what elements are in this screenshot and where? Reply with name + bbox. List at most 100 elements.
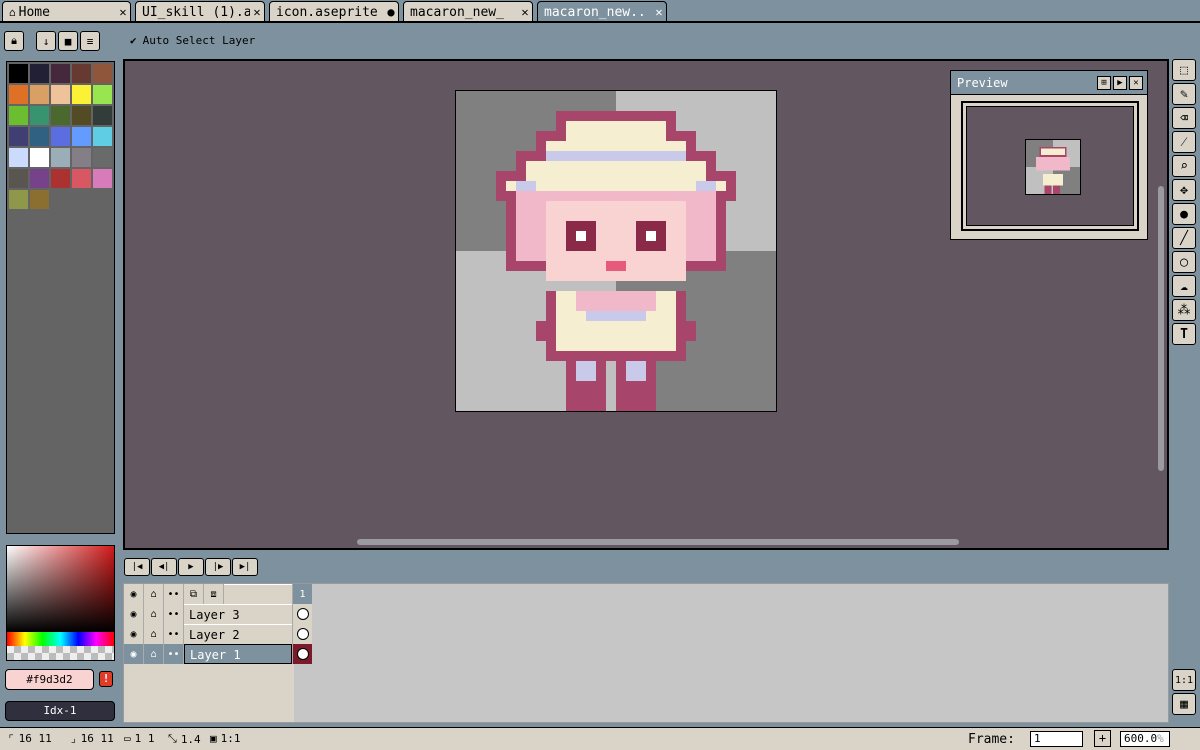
check-icon[interactable]: ✔ <box>130 34 137 47</box>
palette-swatch[interactable] <box>9 106 28 125</box>
lock-icon[interactable]: ⌂ <box>144 584 164 604</box>
tab-macaron-2[interactable]: macaron_new.. ✕ <box>537 1 667 22</box>
ellipse-icon[interactable]: ◯ <box>1172 251 1196 273</box>
move-icon[interactable]: ✥ <box>1172 179 1196 201</box>
close-icon[interactable]: ✕ <box>1129 76 1143 90</box>
continuous-icon[interactable]: •• <box>164 584 184 604</box>
continuous-icon[interactable]: •• <box>164 624 184 644</box>
close-icon[interactable]: ✕ <box>250 5 264 19</box>
palette-swatch[interactable] <box>72 169 91 188</box>
eyedropper-icon[interactable]: ⁄ <box>1172 131 1196 153</box>
alpha-slider[interactable] <box>7 646 114 660</box>
palette-swatch[interactable] <box>30 169 49 188</box>
layer-name[interactable]: Layer 2 <box>184 624 292 644</box>
tab-ui-skill[interactable]: UI_skill (1).asep ✕ <box>135 1 265 22</box>
vertical-scrollbar[interactable] <box>1158 186 1164 471</box>
palette-swatch[interactable] <box>51 64 70 83</box>
next-frame-icon[interactable]: |▶ <box>205 558 231 576</box>
spray-icon[interactable]: ⁂ <box>1172 299 1196 321</box>
menu-icon[interactable]: ≡ <box>80 31 100 51</box>
palette-swatch[interactable] <box>93 127 112 146</box>
tab-home[interactable]: ⌂ Home ✕ <box>2 1 131 22</box>
palette-swatch[interactable] <box>51 127 70 146</box>
palette-swatch[interactable] <box>51 106 70 125</box>
frame-header[interactable]: 1 <box>292 584 312 604</box>
palette-swatch[interactable] <box>30 190 49 209</box>
layer-row[interactable]: ◉ ⌂ •• Layer 2 <box>124 624 312 644</box>
palette-swatch[interactable] <box>30 64 49 83</box>
palette-swatch[interactable] <box>30 127 49 146</box>
layer-row[interactable]: ◉ ⌂ •• Layer 3 <box>124 604 312 624</box>
palette-swatch[interactable] <box>9 190 28 209</box>
film-icon[interactable]: ▦ <box>1172 693 1196 715</box>
palette-swatch[interactable] <box>72 127 91 146</box>
center-icon[interactable]: ⊞ <box>1097 76 1111 90</box>
palette-swatch[interactable] <box>30 85 49 104</box>
last-frame-icon[interactable]: ▶| <box>232 558 258 576</box>
palette-swatch[interactable] <box>30 148 49 167</box>
play-icon[interactable]: ▶ <box>1113 76 1127 90</box>
fill-icon[interactable]: ● <box>1172 203 1196 225</box>
layer-row-selected[interactable]: ◉ ⌂ •• Layer 1 <box>124 644 312 664</box>
palette-swatch[interactable] <box>72 148 91 167</box>
pencil-icon[interactable]: ✎ <box>1172 83 1196 105</box>
lock-icon[interactable]: ⌂ <box>144 624 164 644</box>
sprite-canvas[interactable] <box>455 90 777 412</box>
horizontal-scrollbar[interactable] <box>357 539 959 545</box>
palette-swatch[interactable] <box>93 169 112 188</box>
tab-icon[interactable]: icon.aseprite ● <box>269 1 399 22</box>
cel-selected[interactable] <box>292 644 312 664</box>
palette-swatch[interactable] <box>30 106 49 125</box>
zoom-input[interactable]: 600.0% <box>1120 731 1170 747</box>
cel[interactable] <box>292 624 312 644</box>
palette-swatch[interactable] <box>72 64 91 83</box>
modified-dot-icon[interactable]: ● <box>384 5 398 19</box>
layer-name[interactable]: Layer 1 <box>184 644 292 664</box>
palette-swatch[interactable] <box>93 85 112 104</box>
palette-swatch[interactable] <box>9 127 28 146</box>
palette-swatch[interactable] <box>9 169 28 188</box>
palette-swatch[interactable] <box>93 64 112 83</box>
prev-frame-icon[interactable]: ◀| <box>151 558 177 576</box>
auto-select-layer[interactable]: ✔ Auto Select Layer <box>130 34 255 47</box>
text-icon[interactable]: T <box>1172 323 1196 345</box>
palette-swatch[interactable] <box>93 148 112 167</box>
zoom-icon[interactable]: ⌕ <box>1172 155 1196 177</box>
close-icon[interactable]: ✕ <box>652 5 666 19</box>
close-icon[interactable]: ✕ <box>518 5 532 19</box>
palette-swatch[interactable] <box>9 85 28 104</box>
close-icon[interactable]: ✕ <box>116 5 130 19</box>
hue-slider[interactable] <box>7 632 114 646</box>
continuous-icon[interactable]: •• <box>164 604 184 624</box>
palette-swatch[interactable] <box>9 148 28 167</box>
eraser-icon[interactable]: ⌫ <box>1172 107 1196 129</box>
save-palette-icon[interactable]: ■ <box>58 31 78 51</box>
palette-swatch[interactable] <box>72 106 91 125</box>
blob-icon[interactable]: ☁ <box>1172 275 1196 297</box>
palette-swatch[interactable] <box>51 85 70 104</box>
link-icon[interactable]: ⧉ <box>184 584 204 604</box>
index-button[interactable]: Idx-1 <box>5 701 115 721</box>
add-frame-button[interactable]: + <box>1094 730 1111 747</box>
palette-swatch[interactable] <box>51 169 70 188</box>
warning-icon[interactable]: ! <box>99 671 113 687</box>
preview-canvas[interactable] <box>966 106 1134 226</box>
saturation-value-box[interactable] <box>7 546 114 632</box>
one-to-one-button[interactable]: 1:1 <box>1172 669 1196 691</box>
palette-swatch[interactable] <box>9 64 28 83</box>
play-icon[interactable]: ▶ <box>178 558 204 576</box>
eye-icon[interactable]: ◉ <box>124 584 144 604</box>
onion-skin-icon[interactable]: ⧈ <box>204 584 224 604</box>
tab-macaron-1[interactable]: macaron_new_ ✕ <box>403 1 533 22</box>
eye-icon[interactable]: ◉ <box>124 624 144 644</box>
eye-icon[interactable]: ◉ <box>124 644 144 664</box>
palette-swatch[interactable] <box>72 85 91 104</box>
eye-icon[interactable]: ◉ <box>124 604 144 624</box>
palette-swatch[interactable] <box>93 106 112 125</box>
lock-icon[interactable]: ⌂ <box>144 644 164 664</box>
lock-icon[interactable]: 🔒︎ <box>4 31 24 51</box>
continuous-icon[interactable]: •• <box>164 644 184 664</box>
cel[interactable] <box>292 604 312 624</box>
lock-icon[interactable]: ⌂ <box>144 604 164 624</box>
layer-name[interactable]: Layer 3 <box>184 604 292 624</box>
